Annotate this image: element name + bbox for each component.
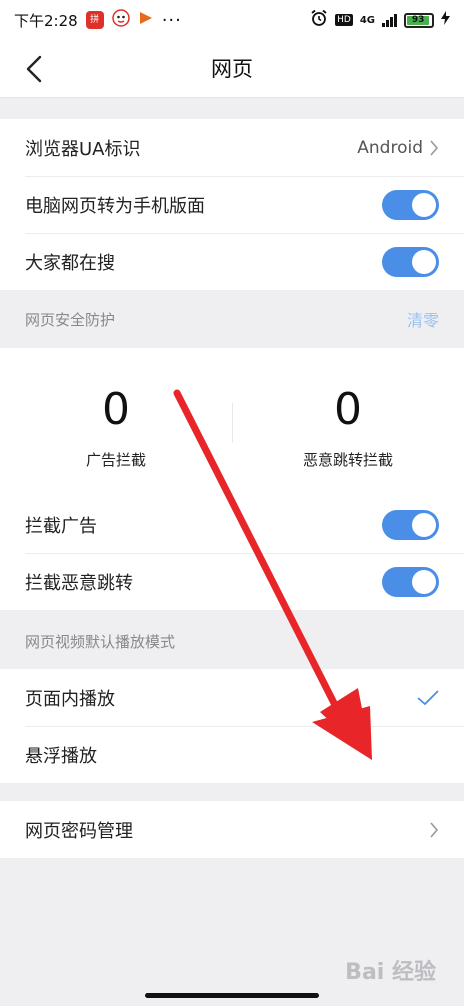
password-group: 网页密码管理 (0, 801, 464, 858)
dog-app-icon (111, 9, 130, 31)
redirect-block-count: 0 (334, 384, 362, 435)
alarm-icon (310, 9, 328, 31)
chevron-right-icon (430, 139, 439, 156)
redirect-block-label: 恶意跳转拦截 (302, 451, 393, 469)
desktop-to-mobile-row: 电脑网页转为手机版面 (0, 176, 464, 233)
trending-search-label: 大家都在搜 (25, 252, 115, 274)
battery-icon: 93 (404, 12, 434, 28)
pinduoduo-app-icon: 拼 (85, 11, 104, 29)
password-management-row[interactable]: 网页密码管理 (0, 801, 464, 858)
block-ads-row: 拦截广告 (0, 496, 464, 553)
desktop-to-mobile-toggle[interactable] (382, 189, 439, 220)
block-redirect-label: 拦截恶意跳转 (25, 572, 133, 594)
desktop-to-mobile-label: 电脑网页转为手机版面 (25, 195, 205, 217)
trending-search-row: 大家都在搜 (0, 233, 464, 290)
page-title: 网页 (211, 57, 253, 81)
nav-bar: 网页 (0, 40, 464, 98)
password-management-label: 网页密码管理 (25, 820, 133, 842)
battery-level: 93 (407, 15, 430, 25)
block-redirect-toggle[interactable] (382, 566, 439, 597)
clear-button[interactable]: 清零 (407, 307, 439, 331)
password-chevron-wrap (429, 821, 439, 838)
toggle-knob (412, 192, 436, 217)
block-ads-toggle[interactable] (382, 509, 439, 540)
redirect-block-stat: 0 恶意跳转拦截 (232, 348, 464, 496)
signal-icon (382, 13, 397, 27)
float-play-option[interactable]: 悬浮播放 (0, 726, 464, 783)
checkmark-icon (417, 689, 439, 705)
general-settings-group: 浏览器UA标识 Android 电脑网页转为手机版面 大家都在搜 (0, 119, 464, 290)
hd-icon: HD (335, 14, 353, 26)
more-notifications-icon: ··· (161, 9, 182, 31)
security-header-label: 网页安全防护 (25, 310, 116, 329)
video-header-label: 网页视频默认播放模式 (25, 632, 176, 651)
network-type: 4G (359, 14, 375, 26)
ua-setting-label: 浏览器UA标识 (25, 138, 141, 160)
charging-icon (441, 11, 450, 29)
security-toggles-group: 拦截广告 拦截恶意跳转 (0, 496, 464, 610)
status-time: 下午2:28 (14, 11, 78, 30)
security-section-header: 网页安全防护 清零 (0, 290, 464, 348)
block-ads-label: 拦截广告 (25, 515, 97, 537)
status-bar: 下午2:28 拼 ··· HD 4G 93 (0, 0, 464, 40)
trending-search-toggle[interactable] (382, 246, 439, 277)
ad-block-stat: 0 广告拦截 (0, 348, 232, 496)
float-play-label: 悬浮播放 (25, 745, 97, 767)
block-stats-panel: 0 广告拦截 0 恶意跳转拦截 (0, 348, 464, 496)
ua-setting-value: Android (357, 138, 439, 158)
chevron-right-icon (430, 821, 439, 838)
baidu-watermark: Bai 经验 (345, 960, 436, 985)
ua-value-text: Android (357, 137, 423, 158)
video-section-header: 网页视频默认播放模式 (0, 612, 464, 670)
ua-setting-row[interactable]: 浏览器UA标识 Android (0, 119, 464, 176)
ad-block-label: 广告拦截 (85, 451, 146, 469)
ad-block-count: 0 (102, 384, 130, 435)
video-mode-group: 页面内播放 悬浮播放 (0, 669, 464, 783)
toggle-knob (412, 569, 436, 594)
home-indicator[interactable] (145, 993, 319, 998)
inline-play-option[interactable]: 页面内播放 (0, 669, 464, 726)
flag-app-icon (138, 10, 154, 30)
toggle-knob (412, 512, 436, 537)
inline-play-label: 页面内播放 (25, 688, 115, 710)
block-redirect-row: 拦截恶意跳转 (0, 553, 464, 610)
toggle-knob (412, 249, 436, 274)
